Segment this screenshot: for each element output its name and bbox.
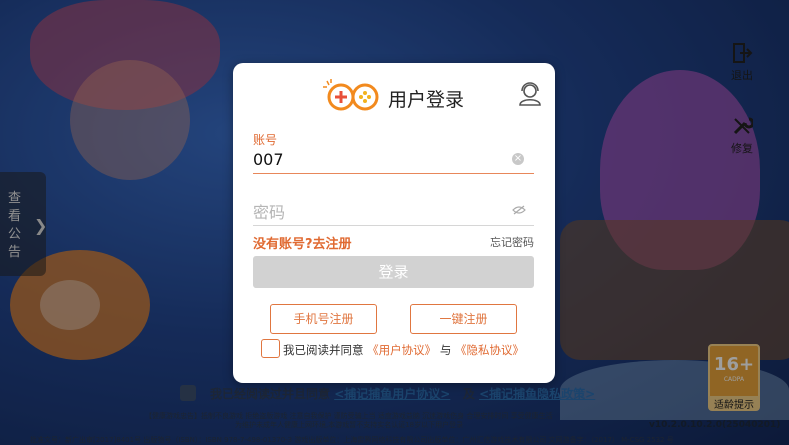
account-label: 账号 bbox=[253, 133, 278, 147]
user-agreement-link[interactable]: 《用户协议》 bbox=[367, 343, 436, 357]
forgot-password-link[interactable]: 忘记密码 bbox=[490, 234, 534, 250]
password-input[interactable] bbox=[253, 201, 508, 223]
agreement-and: 与 bbox=[439, 343, 452, 357]
account-input[interactable] bbox=[253, 149, 508, 169]
login-button[interactable]: 登录 bbox=[253, 256, 534, 288]
login-modal: 用户登录 账号 × 没有账号?去注册 忘记密码 登录 手机号注册 一键注册 我已… bbox=[233, 63, 555, 383]
game-logo-icon bbox=[323, 79, 379, 111]
password-field bbox=[253, 193, 534, 227]
one-key-register-button[interactable]: 一键注册 bbox=[410, 304, 517, 334]
clear-icon[interactable]: × bbox=[512, 153, 524, 165]
account-underline bbox=[253, 173, 534, 174]
go-register-link[interactable]: 没有账号?去注册 bbox=[253, 233, 352, 252]
agreement-text: 我已阅读并同意 《用户协议》 与 《隐私协议》 bbox=[283, 342, 524, 358]
agreement-prefix: 我已阅读并同意 bbox=[283, 343, 364, 357]
modal-title: 用户登录 bbox=[388, 89, 465, 111]
customer-service-icon[interactable] bbox=[517, 81, 543, 107]
phone-register-button[interactable]: 手机号注册 bbox=[270, 304, 377, 334]
privacy-agreement-link[interactable]: 《隐私协议》 bbox=[455, 343, 524, 357]
eye-hidden-icon[interactable] bbox=[512, 205, 526, 215]
password-underline bbox=[253, 225, 534, 226]
modal-header: 用户登录 bbox=[233, 63, 555, 123]
account-field: 账号 × bbox=[253, 131, 534, 176]
checkbox-icon[interactable] bbox=[261, 339, 280, 358]
